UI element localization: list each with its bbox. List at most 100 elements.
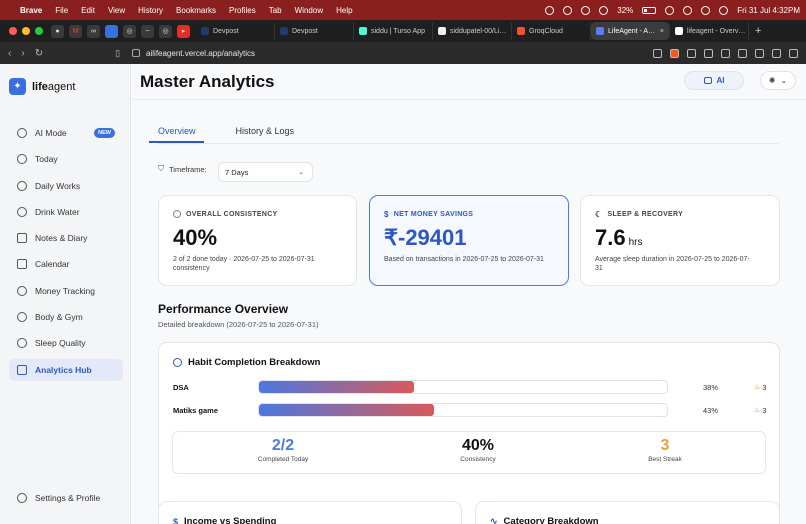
play-icon[interactable] [599, 5, 609, 15]
forward-icon[interactable]: › [21, 48, 24, 59]
browser-tab[interactable]: siddupatel-00/Li… [433, 22, 512, 40]
control-center-icon[interactable] [701, 5, 711, 15]
wallet-icon[interactable] [721, 48, 730, 58]
savings-card: $ NET MONEY SAVINGS ₹-29401 Based on tran… [369, 195, 569, 286]
zoom-window-icon[interactable] [35, 27, 43, 35]
menu-window[interactable]: Window [295, 6, 323, 15]
sidebar-nav: AI Mode NEW Today Daily Works Drink Water… [9, 122, 123, 385]
turso-icon [359, 27, 367, 35]
pinned-tab-blue-icon[interactable] [105, 24, 118, 38]
reload-icon[interactable]: ↻ [35, 48, 43, 59]
menu-app-name[interactable]: Brave [20, 6, 42, 15]
brave-shields-icon[interactable] [670, 48, 679, 58]
card-value: ₹-29401 [384, 225, 467, 250]
sidebar-item-analytics-hub[interactable]: Analytics Hub [9, 358, 123, 381]
close-window-icon[interactable] [9, 27, 17, 35]
habit-percent: 38% [703, 382, 719, 392]
habit-progress-fill [259, 381, 415, 393]
gear-icon [17, 493, 27, 503]
pinned-tab-chatgpt-icon[interactable]: ◎ [123, 24, 136, 38]
main-content: Master Analytics AI ✺ ⌄ Overview History… [132, 64, 806, 524]
new-tab-icon[interactable]: + [755, 25, 761, 37]
menu-view[interactable]: View [108, 6, 125, 15]
sidebar-item-today[interactable]: Today [9, 148, 123, 170]
dollar-icon: $ [173, 516, 179, 524]
browser-tab[interactable]: siddu | Turso App [354, 22, 433, 40]
sidebar-item-ai-mode[interactable]: AI Mode NEW [9, 122, 123, 144]
browser-tab-active[interactable]: LifeAgent - A… × [591, 22, 670, 40]
pinned-tab-github-icon[interactable]: ● [51, 24, 64, 38]
share-icon[interactable] [653, 48, 662, 58]
pinned-tabs: ● M ∞ ◎ ~ ◎ ▸ [51, 24, 190, 38]
battery-icon[interactable] [642, 6, 657, 14]
menu-bookmarks[interactable]: Bookmarks [176, 6, 216, 15]
rewards-icon[interactable] [687, 48, 696, 58]
sidebar-item-body-gym[interactable]: Body & Gym [9, 306, 123, 328]
app-logo[interactable]: ✦ lifeagent [9, 78, 75, 95]
status-icon[interactable] [545, 5, 555, 15]
menubar-clock[interactable]: Fri 31 Jul 4:32PM [737, 6, 800, 15]
leo-ai-icon[interactable] [738, 48, 747, 58]
search-icon[interactable] [683, 5, 693, 15]
sidebar-item-sleep-quality[interactable]: Sleep Quality [9, 332, 123, 354]
pinned-tab-gmail-icon[interactable]: M [69, 24, 82, 38]
sidebar-item-calendar[interactable]: Calendar [9, 253, 123, 275]
wifi-icon[interactable] [665, 5, 675, 15]
clock-icon [17, 154, 27, 165]
address-bar: ‹ › ↻ ▯ ailifeagent.vercel.app/analytics [0, 42, 806, 64]
user-icon[interactable] [719, 5, 729, 15]
menu-history[interactable]: History [138, 6, 163, 15]
tab-overview[interactable]: Overview [149, 126, 204, 143]
browser-tab[interactable]: Devpost [275, 22, 354, 40]
vpn-icon[interactable] [755, 48, 764, 58]
bookmark-icon[interactable]: ▯ [115, 48, 120, 59]
site-settings-icon[interactable] [132, 49, 141, 57]
close-tab-icon[interactable]: × [660, 28, 664, 35]
stat-value: 2/2 [271, 437, 295, 454]
habit-streak: ♨ 3 [754, 382, 767, 392]
back-icon[interactable]: ‹ [8, 48, 11, 59]
sidebar-item-money-tracking[interactable]: Money Tracking [9, 280, 123, 302]
flame-icon: ♨ [754, 407, 761, 414]
menu-file[interactable]: File [55, 6, 68, 15]
sidebar-item-drink-water[interactable]: Drink Water [9, 201, 123, 223]
section-subtitle: Detailed breakdown (2026-07-25 to 2026-0… [158, 320, 319, 329]
logo-text-strong: life [32, 80, 48, 93]
url-text[interactable]: ailifeagent.vercel.app/analytics [146, 49, 255, 58]
pinned-tab-icon[interactable]: ~ [141, 24, 154, 38]
menu-tab[interactable]: Tab [269, 6, 282, 15]
sun-icon: ✺ [768, 76, 776, 85]
browser-tab[interactable]: GroqCloud [512, 22, 591, 40]
url-field[interactable]: ailifeagent.vercel.app/analytics [132, 49, 255, 58]
status-icon[interactable] [581, 5, 591, 15]
sidebar-item-daily-works[interactable]: Daily Works [9, 175, 123, 197]
browser-tab[interactable]: lifeagent - Overv… [670, 22, 749, 40]
card-description: Average sleep duration in 2026-07-25 to … [595, 256, 750, 273]
timeframe-select[interactable]: 7 Days ⌄ [218, 162, 313, 182]
sleep-card: ☾ SLEEP & RECOVERY 7.6 hrs Average sleep d… [580, 195, 780, 286]
habit-percent: 43% [703, 405, 719, 415]
robot-icon [703, 77, 712, 84]
browser-tab[interactable]: Devpost [196, 22, 275, 40]
sidebar-item-notes-diary[interactable]: Notes & Diary [9, 227, 123, 249]
status-icon[interactable] [563, 5, 573, 15]
sidebar-toggle-icon[interactable] [704, 48, 713, 58]
lifeagent-icon [596, 27, 604, 35]
menu-help[interactable]: Help [336, 6, 352, 15]
tab-history-logs[interactable]: History & Logs [236, 126, 295, 143]
pinned-tab-infinity-icon[interactable]: ∞ [87, 24, 100, 38]
menu-edit[interactable]: Edit [81, 6, 95, 15]
pinned-tab-chatgpt-icon[interactable]: ◎ [159, 24, 172, 38]
sidebar-item-settings[interactable]: Settings & Profile [17, 493, 100, 503]
card-label: SLEEP & RECOVERY [607, 211, 684, 218]
pinned-tab-youtube-icon[interactable]: ▸ [177, 24, 190, 38]
theme-toggle[interactable]: ✺ ⌄ [760, 71, 796, 90]
menu-icon[interactable] [789, 48, 798, 58]
timeframe-label: Timeframe: [169, 164, 207, 174]
extension-icon[interactable] [772, 48, 781, 58]
menu-profiles[interactable]: Profiles [229, 6, 256, 15]
ai-button[interactable]: AI [684, 71, 744, 90]
stat-label: Best Streak [648, 456, 682, 463]
minimize-window-icon[interactable] [22, 27, 30, 35]
moon-icon [17, 338, 27, 349]
